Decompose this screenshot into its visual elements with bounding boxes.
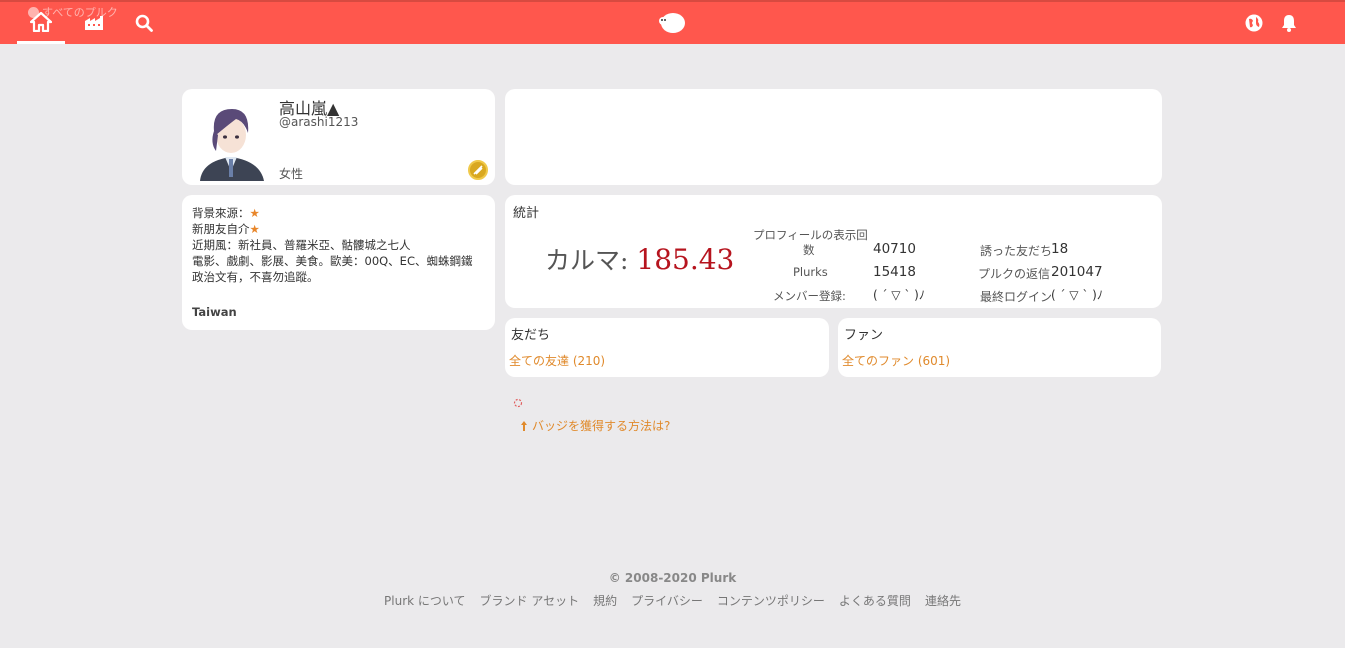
badge-icon[interactable]	[468, 160, 488, 180]
gender-label: 女性	[279, 167, 304, 181]
last-login-label: 最終ログイン	[980, 290, 1053, 304]
footer-link-brand-assets[interactable]: ブランド アセット	[480, 592, 580, 609]
top-bar: すべてのプルク	[0, 0, 1345, 44]
last-login-value: ( ´ ▽ ` )ﾉ	[1051, 288, 1103, 302]
plurks-value: 15418	[873, 264, 916, 280]
profile-views-value: 40710	[873, 241, 916, 257]
plurk-logo-icon[interactable]	[652, 2, 692, 44]
member-since-label: メンバー登録:	[773, 289, 846, 303]
home-icon[interactable]	[17, 2, 65, 44]
stats-title: 統計	[513, 206, 540, 221]
footer-link-contact[interactable]: 連絡先	[925, 592, 961, 609]
invited-value: 18	[1051, 241, 1069, 257]
responses-value: 201047	[1051, 264, 1103, 280]
location-label: Taiwan	[192, 305, 237, 319]
star-icon: ★	[249, 206, 260, 220]
about-line: 近期風：新社員、普羅米亞、骷髏城之七人	[192, 238, 411, 252]
profile-views-label: プロフィールの表示回	[753, 228, 868, 242]
copyright: © 2008-2020 Plurk	[608, 571, 737, 585]
pointer-icon	[521, 420, 527, 431]
about-card: 背景來源：★ 新朋友自介★ 近期風：新社員、普羅米亞、骷髏城之七人 電影、戲劇、…	[182, 195, 495, 330]
profile-views-label-cont: 数	[803, 243, 815, 257]
footer-links: Plurk について ブランド アセット 規約 プライバシー コンテンツポリシー…	[0, 592, 1345, 609]
star-icon: ★	[249, 222, 260, 236]
how-to-get-badges-link[interactable]: バッジを獲得する方法は?	[519, 417, 670, 434]
karma-label: カルマ:	[545, 246, 629, 275]
globe-icon[interactable]	[1240, 2, 1268, 44]
stats-card: 統計 カルマ: 185.43 プロフィールの表示回 数 40710 Plurks…	[505, 195, 1162, 308]
about-line: 背景來源：★	[192, 206, 260, 220]
friends-title: 友だち	[511, 328, 551, 343]
footer-link-faq[interactable]: よくある質問	[839, 592, 911, 609]
search-icon[interactable]	[130, 2, 158, 44]
footer-link-about[interactable]: Plurk について	[384, 592, 466, 609]
footer-link-privacy[interactable]: プライバシー	[631, 592, 703, 609]
footer-link-content-policy[interactable]: コンテンツポリシー	[717, 592, 825, 609]
loading-spinner-icon	[513, 393, 523, 408]
all-fans-link[interactable]: 全てのファン (601)	[842, 352, 950, 369]
market-icon[interactable]	[80, 2, 108, 44]
all-friends-link[interactable]: 全ての友達 (210)	[509, 352, 605, 369]
about-line: 政治文有，不喜勿追蹤。	[192, 270, 319, 284]
bell-icon[interactable]	[1275, 2, 1303, 44]
member-since-value: ( ´ ▽ ` )ﾉ	[873, 288, 925, 302]
fans-title: ファン	[844, 328, 884, 343]
about-line: 電影、戲劇、影展、美食。歐美：00Q、EC、蜘蛛鋼鐵	[192, 254, 473, 268]
profile-banner	[505, 89, 1162, 185]
about-line: 新朋友自介★	[192, 222, 260, 236]
nick-name: @arashi1213	[279, 115, 359, 129]
fans-card: ファン 全てのファン (601)	[838, 318, 1161, 377]
invited-label: 誘った友だち	[980, 244, 1053, 258]
responses-label: プルクの返信	[978, 267, 1051, 281]
karma-value: 185.43	[636, 243, 735, 276]
profile-card: 高山嵐▲ @arashi1213 女性	[182, 89, 495, 185]
plurks-label: Plurks	[793, 265, 828, 279]
footer-link-terms[interactable]: 規約	[593, 592, 617, 609]
friends-card: 友だち 全ての友達 (210)	[505, 318, 829, 377]
avatar[interactable]	[192, 99, 270, 181]
karma-display: カルマ: 185.43	[545, 241, 734, 277]
